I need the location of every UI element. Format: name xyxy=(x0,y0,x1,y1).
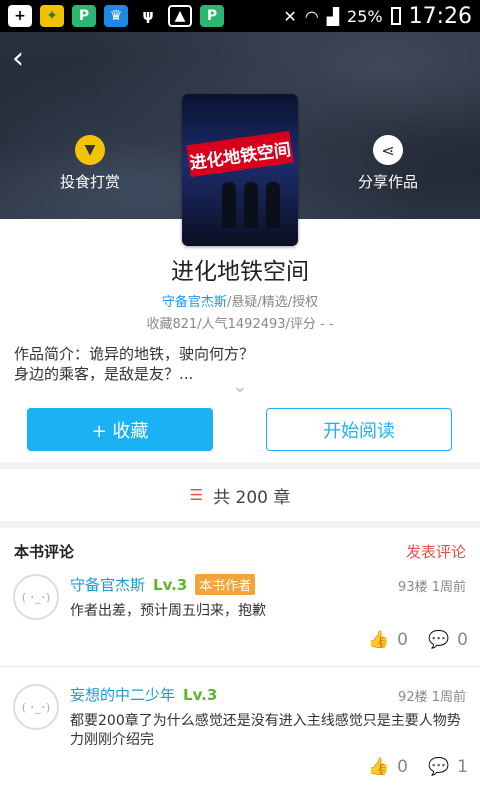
book-meta: 守备官杰斯/悬疑/精选/授权 xyxy=(0,291,480,310)
wifi-icon: ◠ xyxy=(304,6,319,26)
like-icon[interactable]: 👍 xyxy=(368,630,389,650)
comment-text: 都要200章了为什么感觉还是没有进入主线感觉只是主要人物势力刚刚介绍完 xyxy=(70,713,461,748)
divider xyxy=(0,666,480,667)
cover-figure xyxy=(266,182,280,228)
book-title: 进化地铁空间 xyxy=(171,259,309,285)
signal-icon: ▟ xyxy=(326,6,340,26)
image-icon: ▲ xyxy=(168,5,192,27)
start-reading-button[interactable]: 开始阅读 xyxy=(266,408,452,451)
battery-text: 25% xyxy=(347,6,383,26)
comment-actions: 👍 0 💬 1 xyxy=(308,757,468,777)
avatar[interactable]: ( ･_･) xyxy=(13,684,59,730)
comments-title: 本书评论 xyxy=(14,543,75,561)
expand-intro-icon[interactable]: ⌄ xyxy=(230,378,250,396)
comment-floor: 93楼 1周前 xyxy=(398,580,466,595)
chapter-count: 共 200 章 xyxy=(213,487,291,508)
cover-title: 进化地铁空间 xyxy=(186,130,294,178)
comment-actions: 👍 0 💬 0 xyxy=(308,630,468,650)
reply-icon[interactable]: 💬 xyxy=(428,630,449,650)
usb-icon: ψ xyxy=(142,8,154,24)
mute-icon: ✕ xyxy=(283,6,297,26)
book-cover: 进化地铁空间 xyxy=(182,94,298,246)
cover-figure xyxy=(222,182,236,228)
book-stats: 收藏821/人气1492493/评分 - - xyxy=(146,317,334,332)
clock: 17:26 xyxy=(408,3,472,29)
crown-icon: ♛ xyxy=(104,5,128,27)
app-icon: ✦ xyxy=(40,5,64,27)
tip-label: 投食打赏 xyxy=(59,173,120,191)
comment-floor: 92楼 1周前 xyxy=(398,690,466,705)
add-icon: + xyxy=(8,5,32,27)
comment-item: ( ･_･) 妄想的中二少年 Lv.3 92楼 1周前 都要200章了为什么感觉还… xyxy=(0,676,480,794)
list-icon: ☰ xyxy=(189,486,204,504)
comment-text: 作者出差，预计周五归来，抱歉 xyxy=(70,603,266,619)
chapter-list-button[interactable]: ☰ 共 200 章 xyxy=(0,469,480,521)
tip-icon: ▼ xyxy=(75,135,105,165)
user-level: Lv.3 xyxy=(153,576,188,594)
comment-user[interactable]: 妄想的中二少年 Lv.3 xyxy=(70,684,217,705)
avatar[interactable]: ( ･_･) xyxy=(13,574,59,620)
battery-icon xyxy=(390,7,401,25)
back-icon[interactable]: ‹ xyxy=(12,44,40,74)
p-app-icon-2: P xyxy=(200,5,224,27)
share-button[interactable]: ⋖ 分享作品 xyxy=(328,135,448,192)
cover-figure xyxy=(244,182,258,228)
author-link[interactable]: 守备官杰斯 xyxy=(162,295,227,310)
book-tags: /悬疑/精选/授权 xyxy=(226,295,319,310)
p-app-icon: P xyxy=(72,5,96,27)
reply-count: 0 xyxy=(457,630,468,650)
comment-user[interactable]: 守备官杰斯 Lv.3 本书作者 xyxy=(70,574,256,595)
reply-count: 1 xyxy=(457,757,468,777)
like-count: 0 xyxy=(397,630,408,650)
status-bar: + ✦ P ♛ ψ ▲ P ✕ ◠ ▟ 25% 17:26 xyxy=(0,0,480,32)
tip-button[interactable]: ▼ 投食打赏 xyxy=(30,135,150,192)
like-count: 0 xyxy=(397,757,408,777)
share-icon: ⋖ xyxy=(373,135,403,165)
author-badge: 本书作者 xyxy=(195,574,256,595)
post-comment-button[interactable]: 发表评论 xyxy=(406,541,466,562)
user-level: Lv.3 xyxy=(183,686,218,704)
like-icon[interactable]: 👍 xyxy=(368,757,389,777)
favorite-button[interactable]: + 收藏 xyxy=(27,408,213,451)
reply-icon[interactable]: 💬 xyxy=(428,757,449,777)
share-label: 分享作品 xyxy=(357,173,418,191)
